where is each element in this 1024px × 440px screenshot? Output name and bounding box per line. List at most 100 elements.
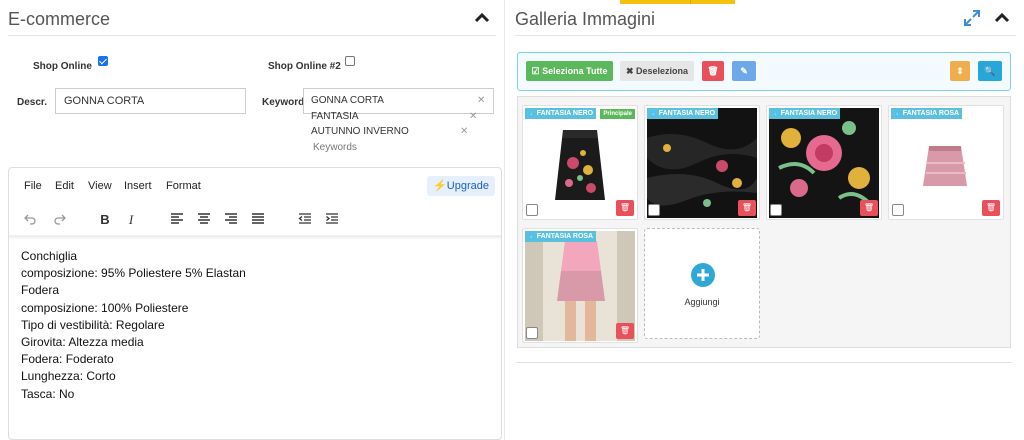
content-line: composizione: 100% Poliestere [21, 300, 189, 315]
image-card[interactable]: 💧FANTASIA NERO 🗑 [766, 105, 882, 220]
search-button[interactable]: 🔍 [978, 61, 1002, 81]
edit-icon: ✎ [740, 66, 748, 76]
delete-image-button[interactable]: 🗑 [616, 323, 634, 339]
menu-format[interactable]: Format [166, 180, 201, 192]
bold-icon[interactable]: B [97, 212, 113, 228]
ecommerce-panel-header: E-commerce [8, 6, 496, 36]
trash-icon: 🗑 [707, 66, 719, 76]
trash-icon: 🗑 [619, 203, 631, 212]
shop-online-label: Shop Online [33, 61, 92, 72]
image-checkbox[interactable] [770, 204, 782, 216]
check-square-icon: ☑ [531, 66, 543, 76]
principal-badge: Principale [600, 109, 635, 119]
gallery-panel: Galleria Immagini ☑ Seleziona Tutte ✖ De… [507, 0, 1024, 440]
content-line: Girovita: Altezza media [21, 335, 144, 350]
chevron-up-icon[interactable] [472, 8, 492, 28]
lightning-icon: ⚡ [433, 180, 447, 192]
menu-edit[interactable]: Edit [55, 180, 74, 192]
gallery-panel-header: Galleria Immagini [515, 6, 1016, 36]
content-line: composizione: 95% Poliestere 5% Elastan [21, 266, 246, 281]
select-all-button[interactable]: ☑ Seleziona Tutte [526, 61, 613, 81]
deselect-button[interactable]: ✖ Deseleziona [620, 61, 694, 81]
trash-icon: 🗑 [985, 203, 997, 212]
content-line: Fodera [21, 283, 60, 298]
deselect-label: Deseleziona [636, 66, 689, 76]
panel-divider [504, 0, 505, 440]
color-badge: 💧FANTASIA NERO [769, 108, 841, 119]
image-checkbox[interactable] [648, 204, 660, 216]
delete-image-button[interactable]: 🗑 [982, 200, 1000, 216]
keyword-tag: FANTASIA [311, 111, 359, 122]
content-line: Lunghezza: Corto [21, 369, 116, 384]
remove-keyword-icon[interactable]: ✕ [469, 111, 477, 122]
sort-button[interactable]: ⇕ [950, 61, 970, 81]
descr-input[interactable]: GONNA CORTA [55, 88, 246, 114]
content-line: Tasca: No [21, 386, 75, 401]
color-badge-label: FANTASIA ROSA [902, 110, 960, 117]
color-badge-label: FANTASIA NERO [780, 110, 838, 117]
indent-icon[interactable] [324, 212, 340, 228]
expand-icon[interactable] [962, 8, 982, 28]
chevron-up-icon[interactable] [992, 8, 1012, 28]
menu-insert[interactable]: Insert [124, 180, 152, 192]
color-badge: 💧FANTASIA NERO [525, 108, 597, 119]
color-badge-label: FANTASIA ROSA [536, 233, 594, 240]
align-center-icon[interactable] [196, 212, 212, 228]
align-right-icon[interactable] [223, 212, 239, 228]
upgrade-button[interactable]: ⚡Upgrade [427, 176, 495, 196]
rich-text-editor: File Edit View Insert Format ⚡Upgrade B … [8, 167, 502, 440]
delete-image-button[interactable]: 🗑 [616, 200, 634, 216]
shop-online-checkbox[interactable] [98, 56, 108, 66]
editor-toolbar: B I [9, 204, 501, 236]
undo-icon[interactable] [22, 212, 38, 228]
redo-icon[interactable] [52, 212, 68, 228]
align-justify-icon[interactable] [250, 212, 266, 228]
add-image-button[interactable]: Aggiungi [644, 228, 760, 339]
delete-image-button[interactable]: 🗑 [738, 200, 756, 216]
tint-icon: 💧 [650, 110, 659, 117]
edit-selected-button[interactable]: ✎ [732, 61, 756, 81]
tint-icon: 💧 [528, 110, 537, 117]
tint-icon: 💧 [772, 110, 781, 117]
panel-title: E-commerce [8, 9, 111, 29]
menu-file[interactable]: File [24, 180, 42, 192]
gallery-toolbar: ☑ Seleziona Tutte ✖ Deseleziona 🗑 ✎ ⇕ 🔍 [517, 52, 1011, 91]
content-line: Tipo di vestibilità: Regolare [21, 317, 165, 332]
align-left-icon[interactable] [169, 212, 185, 228]
times-icon: ✖ [625, 66, 636, 76]
delete-image-button[interactable]: 🗑 [860, 200, 878, 216]
image-card[interactable]: 💧FANTASIA ROSA 🗑 [888, 105, 1004, 220]
remove-keyword-icon[interactable]: ✕ [460, 126, 468, 137]
image-checkbox[interactable] [526, 204, 538, 216]
tint-icon: 💧 [894, 110, 903, 117]
color-badge: 💧FANTASIA NERO [647, 108, 719, 119]
editor-menubar: File Edit View Insert Format ⚡Upgrade [9, 168, 501, 204]
image-grid: 💧FANTASIA NERO Principale 🗑 💧FANTASIA NE… [517, 96, 1011, 348]
italic-icon[interactable]: I [123, 212, 139, 228]
trash-icon: 🗑 [619, 326, 631, 335]
keywords-placeholder: Keywords [313, 142, 357, 153]
shop-online-2-checkbox[interactable] [345, 56, 355, 66]
color-badge-label: FANTASIA NERO [658, 110, 716, 117]
editor-content[interactable]: Conchiglia composizione: 95% Poliestere … [21, 248, 246, 403]
content-line: Fodera: Foderato [21, 352, 114, 367]
image-card[interactable]: 💧FANTASIA NERO Principale 🗑 [522, 105, 638, 220]
tint-icon: 💧 [528, 233, 537, 240]
image-card[interactable]: 💧FANTASIA NERO 🗑 [644, 105, 760, 220]
remove-keyword-icon[interactable]: ✕ [477, 95, 485, 106]
menu-view[interactable]: View [88, 180, 112, 192]
image-checkbox[interactable] [892, 204, 904, 216]
shop-online-2-label: Shop Online #2 [268, 61, 341, 72]
search-icon: 🔍 [984, 66, 996, 76]
image-checkbox[interactable] [526, 327, 538, 339]
panel-title: Galleria Immagini [515, 9, 656, 29]
delete-selected-button[interactable]: 🗑 [702, 61, 724, 81]
color-badge: 💧FANTASIA ROSA [891, 108, 963, 119]
image-card[interactable]: 💧FANTASIA ROSA 🗑 [522, 228, 638, 343]
color-badge: 💧FANTASIA ROSA [525, 231, 597, 242]
upgrade-label: Upgrade [446, 180, 489, 192]
gallery-bottom-divider [517, 362, 1011, 363]
trash-icon: 🗑 [863, 203, 875, 212]
trash-icon: 🗑 [741, 203, 753, 212]
outdent-icon[interactable] [297, 212, 313, 228]
